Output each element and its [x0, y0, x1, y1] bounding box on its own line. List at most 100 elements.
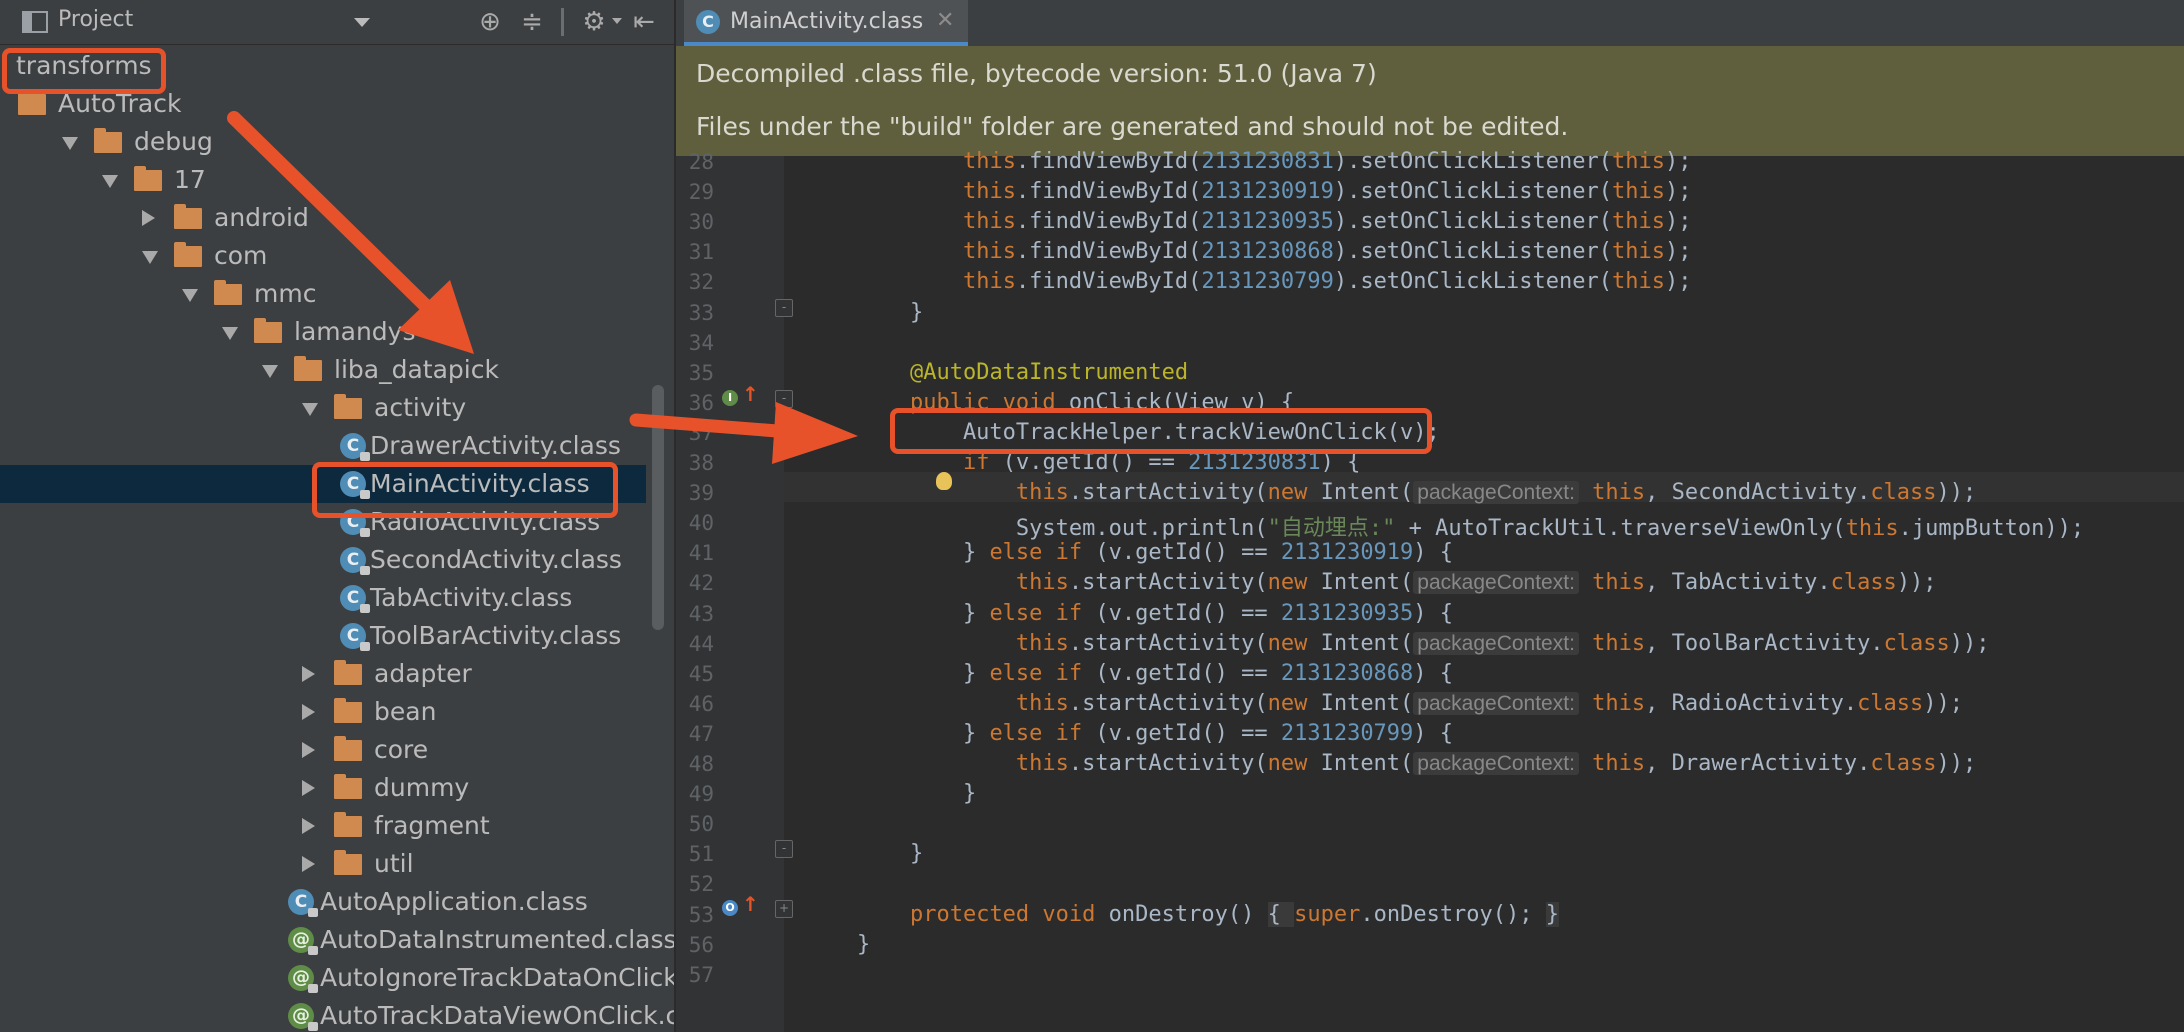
chevron-right-icon[interactable] [302, 742, 315, 758]
tree-item[interactable]: @AutoIgnoreTrackDataOnClick.class [0, 959, 674, 997]
code-line[interactable]: this.startActivity(new Intent(packageCon… [804, 631, 2184, 661]
chevron-down-icon[interactable] [222, 327, 238, 340]
up-arrow-icon[interactable]: ↑ [742, 892, 759, 916]
project-panel-title[interactable]: Project [58, 7, 133, 32]
code-line[interactable]: @AutoDataInstrumented [804, 360, 2184, 390]
tree-item-label: debug [134, 127, 213, 156]
code-line[interactable]: } else if (v.getId() == 2131230935) { [804, 601, 2184, 631]
code-line[interactable] [804, 811, 2184, 841]
tree-item[interactable]: android [0, 199, 646, 237]
tree-item[interactable]: 17 [0, 161, 646, 199]
implements-marker-icon[interactable]: I [722, 390, 738, 406]
line-number: 28 [688, 150, 714, 174]
close-icon[interactable]: ✕ [936, 8, 954, 33]
tree-item[interactable]: C SecondActivity.class [0, 541, 646, 579]
code-line[interactable] [804, 962, 2184, 992]
decompiled-banner: Decompiled .class file, bytecode version… [676, 46, 2184, 156]
fold-marker[interactable]: - [775, 299, 793, 317]
tree-item[interactable]: dummy [0, 769, 646, 807]
tree-item[interactable]: com [0, 237, 646, 275]
tree-item[interactable]: C ToolBarActivity.class [0, 617, 646, 655]
tree-item-label: transforms [16, 51, 152, 80]
code-line[interactable]: } else if (v.getId() == 2131230799) { [804, 721, 2184, 751]
tree-item[interactable]: C AutoApplication.class [0, 883, 646, 921]
code-line[interactable]: AutoTrackHelper.trackViewOnClick(v); [804, 420, 2184, 450]
code-line[interactable]: } [804, 932, 2184, 962]
code-line[interactable]: System.out.println("自动埋点:" + AutoTrackUt… [804, 510, 2184, 541]
editor-tab-bar: C MainActivity.class ✕ [676, 0, 2184, 46]
fold-marker[interactable]: + [775, 900, 793, 918]
tree-item[interactable]: C DrawerActivity.class [0, 427, 646, 465]
tree-item[interactable]: transforms [0, 47, 646, 85]
locate-icon[interactable]: ⊕ [474, 6, 506, 38]
folder-icon [18, 90, 46, 115]
tree-item[interactable]: AutoTrack [0, 85, 646, 123]
chevron-right-icon[interactable] [302, 818, 315, 834]
collapse-all-icon[interactable]: ≑ [516, 6, 548, 38]
code-line[interactable]: } else if (v.getId() == 2131230868) { [804, 661, 2184, 691]
code-line[interactable]: public void onClick(View v) { [804, 390, 2184, 420]
code-line[interactable]: this.findViewById(2131230799).setOnClick… [804, 269, 2184, 299]
chevron-down-icon[interactable] [142, 251, 158, 264]
tree-item[interactable]: liba_datapick [0, 351, 646, 389]
chevron-right-icon[interactable] [302, 704, 315, 720]
fold-marker[interactable]: - [775, 840, 793, 858]
tree-item[interactable]: C TabActivity.class [0, 579, 646, 617]
tree-item[interactable]: activity [0, 389, 646, 427]
tree-item[interactable]: core [0, 731, 646, 769]
code-line[interactable]: this.startActivity(new Intent(packageCon… [804, 751, 2184, 781]
tree-item[interactable]: C RadioActivity.class [0, 503, 646, 541]
code-line[interactable]: } [804, 300, 2184, 330]
line-number: 51 [688, 842, 714, 867]
overrides-marker-icon[interactable]: O [722, 900, 738, 916]
fold-marker[interactable]: - [775, 390, 793, 408]
code-line[interactable]: if (v.getId() == 2131230831) { [804, 450, 2184, 480]
up-arrow-icon[interactable]: ↑ [742, 382, 759, 406]
chevron-down-icon[interactable] [354, 18, 370, 27]
tree-item[interactable]: adapter [0, 655, 646, 693]
chevron-right-icon[interactable] [302, 856, 315, 872]
tree-item[interactable]: bean [0, 693, 646, 731]
chevron-down-icon[interactable] [62, 137, 78, 150]
tree-item[interactable]: C MainActivity.class [0, 465, 646, 503]
code-line[interactable]: } else if (v.getId() == 2131230919) { [804, 540, 2184, 570]
code-line[interactable]: this.findViewById(2131230831).setOnClick… [804, 149, 2184, 179]
chevron-down-icon[interactable] [302, 403, 318, 416]
code-line[interactable]: this.findViewById(2131230919).setOnClick… [804, 179, 2184, 209]
line-number: 46 [688, 691, 714, 716]
code-line[interactable] [804, 330, 2184, 360]
tree-item-label: TabActivity.class [370, 583, 573, 612]
code-line[interactable]: this.findViewById(2131230935).setOnClick… [804, 209, 2184, 239]
hide-panel-icon[interactable]: ⇤ [628, 6, 660, 38]
chevron-down-icon[interactable] [182, 289, 198, 302]
code-line[interactable]: protected void onDestroy() { super.onDes… [804, 901, 2184, 932]
tree-item[interactable]: util [0, 845, 646, 883]
tree-item-label: adapter [374, 659, 472, 688]
chevron-right-icon[interactable] [302, 780, 315, 796]
code-line[interactable]: this.findViewById(2131230868).setOnClick… [804, 239, 2184, 269]
code-line[interactable]: this.startActivity(new Intent(packageCon… [804, 480, 2184, 510]
chevron-right-icon[interactable] [142, 210, 155, 226]
chevron-down-icon[interactable] [102, 175, 118, 188]
code-line[interactable]: this.startActivity(new Intent(packageCon… [804, 570, 2184, 600]
code-line[interactable]: } [804, 781, 2184, 811]
chevron-right-icon[interactable] [302, 666, 315, 682]
tree-item[interactable]: @AutoTrackDataViewOnClick.class [0, 997, 674, 1032]
tab-main-activity[interactable]: C MainActivity.class ✕ [684, 0, 968, 46]
tree-item[interactable]: mmc [0, 275, 646, 313]
lightbulb-icon[interactable] [936, 472, 952, 490]
gear-dropdown-icon[interactable] [612, 18, 622, 24]
code-line[interactable]: this.startActivity(new Intent(packageCon… [804, 691, 2184, 721]
tree-item-label: ToolBarActivity.class [370, 621, 622, 650]
tree-scrollbar[interactable] [652, 385, 664, 630]
code-line[interactable] [804, 871, 2184, 901]
project-panel: Project ⊕ ≑ ⚙ ⇤ transforms AutoTrack debug… [0, 0, 674, 1032]
tree-item[interactable]: debug [0, 123, 646, 161]
line-number: 53 [688, 902, 714, 927]
tree-item[interactable]: fragment [0, 807, 646, 845]
gear-icon[interactable]: ⚙ [578, 6, 610, 38]
tree-item[interactable]: @ AutoDataInstrumented.class [0, 921, 674, 959]
code-line[interactable]: } [804, 841, 2184, 871]
tree-item[interactable]: lamandys [0, 313, 646, 351]
chevron-down-icon[interactable] [262, 365, 278, 378]
